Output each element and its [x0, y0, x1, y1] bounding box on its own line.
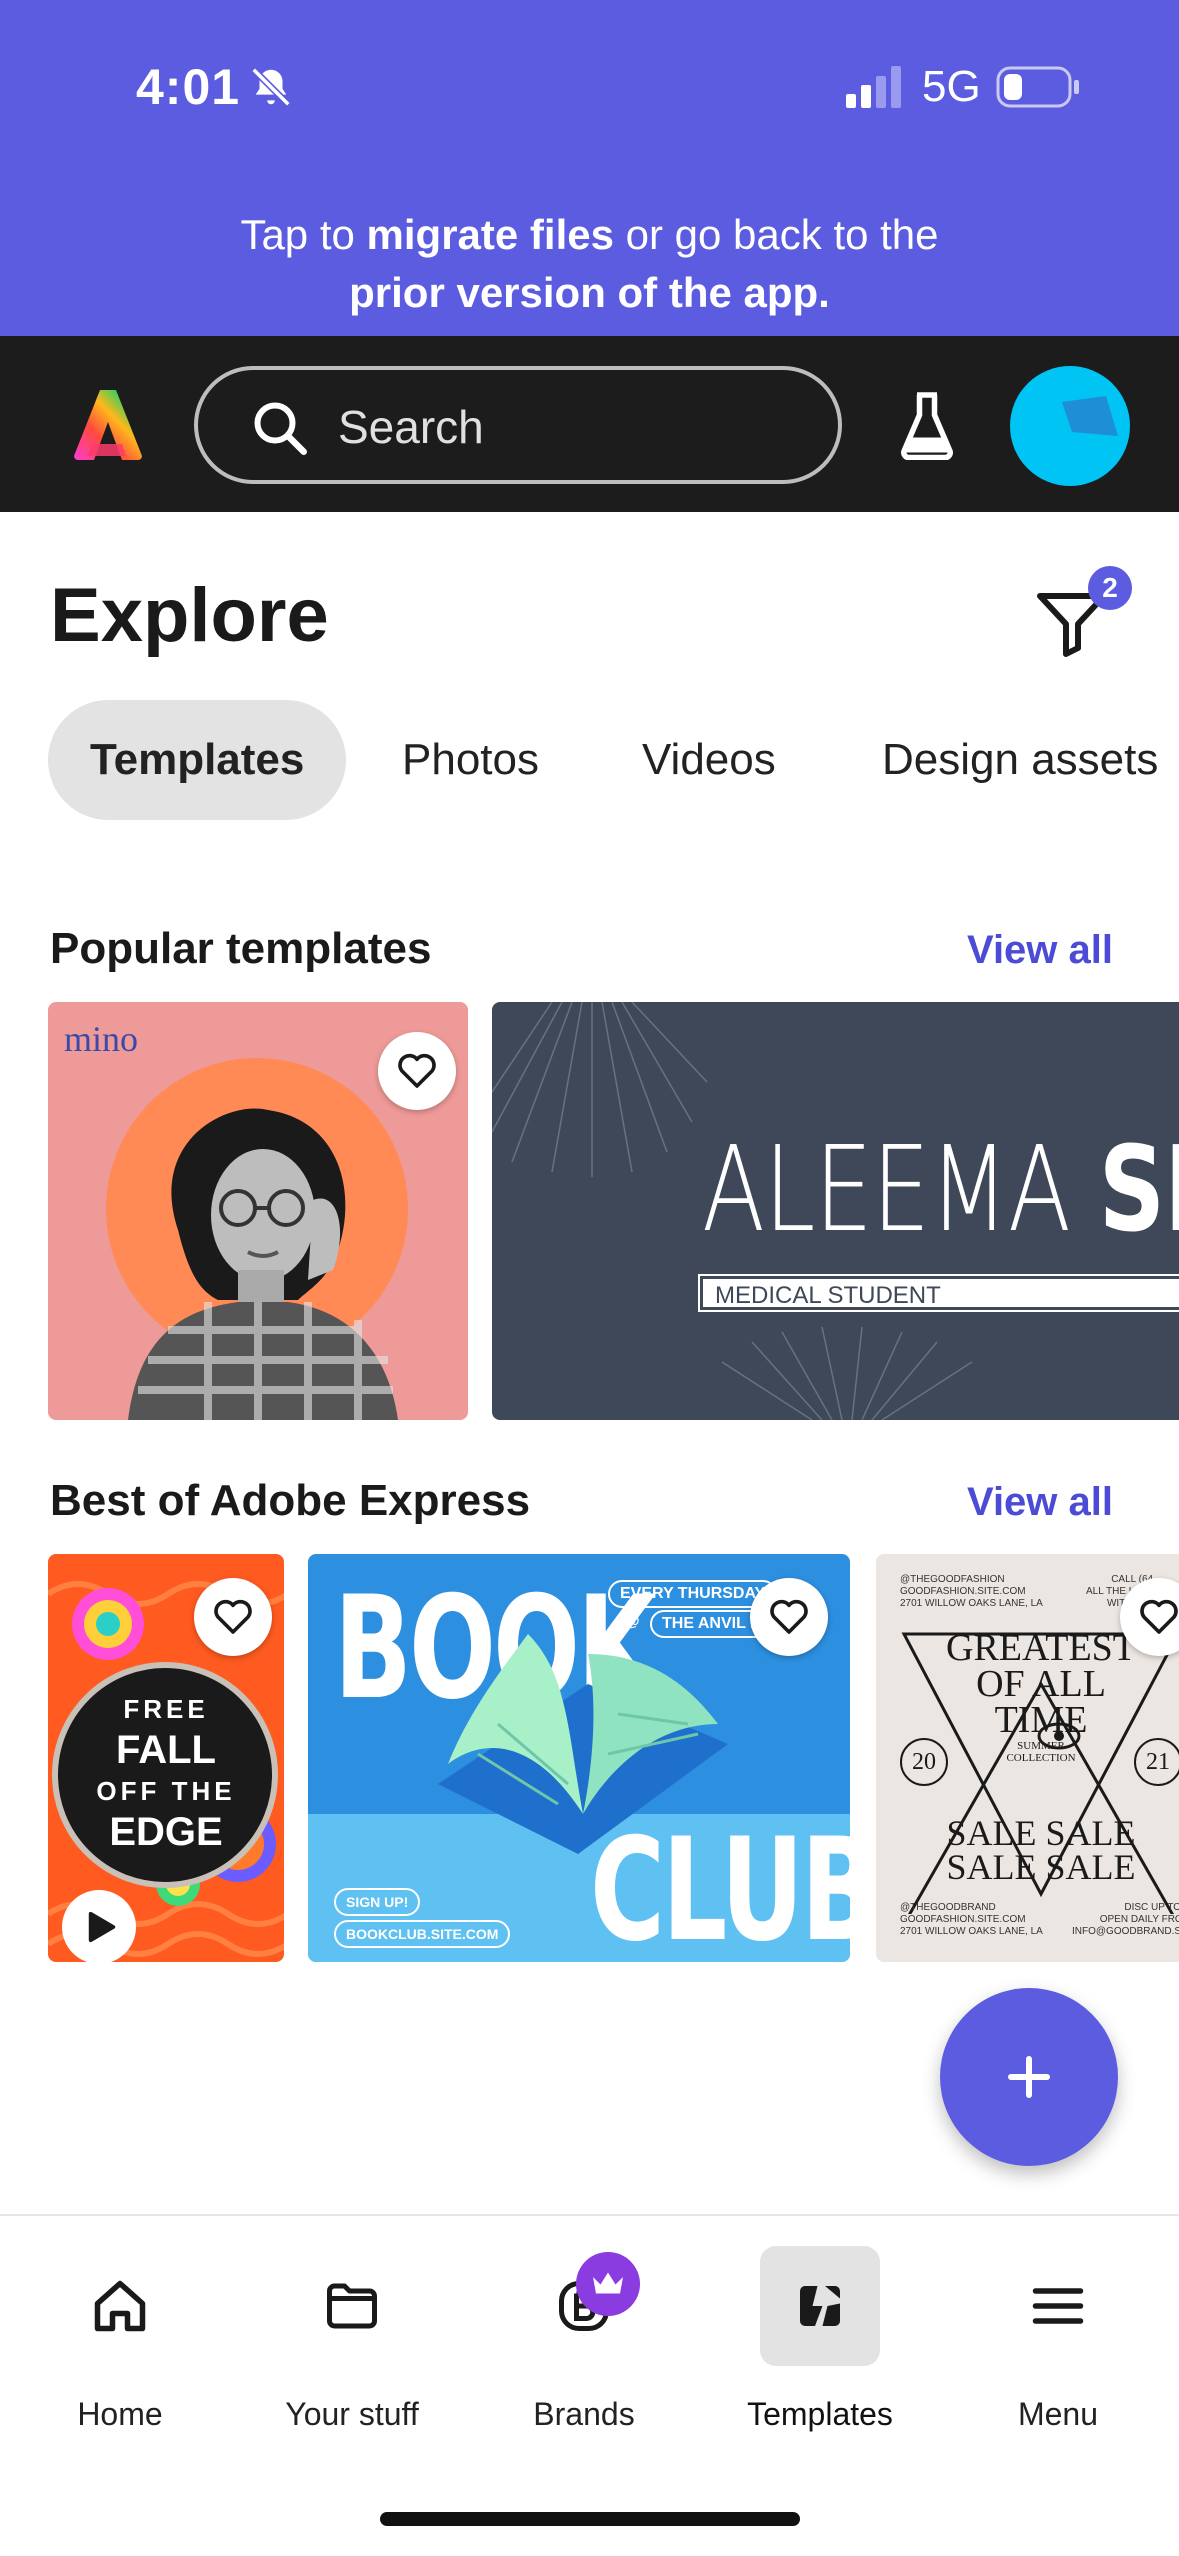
home-indicator[interactable] [380, 2512, 800, 2526]
crown-icon [593, 2272, 623, 2294]
popular-templates-title: Popular templates [50, 924, 432, 973]
open-book-illustration [438, 1634, 728, 1854]
page-title: Explore [50, 573, 329, 658]
fall-line1: FREE [123, 1694, 209, 1724]
banner-prefix: Tap to [240, 211, 367, 258]
nav-home-label: Home [77, 2396, 163, 2432]
mino-brand-text: mino [64, 1019, 139, 1059]
greatest-bottom-right-info: DISC UP TO 50% O OPEN DAILY FROM 08 P IN… [1072, 1902, 1179, 1937]
aleema-name-bold: SH [1098, 1120, 1179, 1258]
banner-middle: or go back to the [613, 211, 939, 258]
nav-templates-icon-wrap [760, 2246, 880, 2366]
search-input[interactable] [338, 392, 798, 462]
avatar-shape [1062, 396, 1118, 436]
play-button[interactable] [62, 1890, 136, 1962]
tab-photos[interactable]: Photos [402, 700, 539, 820]
search-bar[interactable] [194, 366, 842, 484]
template-card-mino[interactable]: mino [48, 1002, 468, 1420]
migration-banner[interactable]: 4:01 5G Tap to migrate files or go back … [0, 0, 1179, 336]
templates-icon [800, 2286, 840, 2326]
nav-your-stuff-label: Your stuff [285, 2396, 419, 2432]
popular-view-all-link[interactable]: View all [967, 928, 1113, 973]
nav-brands-label: Brands [533, 2396, 635, 2432]
nav-menu[interactable]: Menu [958, 2246, 1158, 2432]
greatest-right-number: 21 [1134, 1738, 1179, 1786]
nav-templates-label: Templates [747, 2396, 893, 2432]
nav-your-stuff-icon-wrap [292, 2246, 412, 2366]
status-time: 4:01 [136, 59, 241, 115]
flask-icon[interactable] [896, 390, 958, 460]
nav-home[interactable]: Home [20, 2246, 220, 2432]
search-icon [254, 402, 307, 455]
hamburger-menu-icon [1032, 2288, 1084, 2324]
folder-icon [327, 2283, 377, 2329]
book-at-sign: @ [624, 1613, 640, 1630]
favorite-button[interactable] [750, 1578, 828, 1656]
best-of-title: Best of Adobe Express [50, 1476, 531, 1525]
aleema-name-light: ALEEMA [702, 1120, 1099, 1258]
tab-videos[interactable]: Videos [642, 700, 776, 820]
template-card-greatest[interactable]: @THEGOODFASHION GOODFASHION.SITE.COM 270… [876, 1554, 1179, 1962]
heart-icon [398, 1053, 436, 1088]
portrait-illustration [128, 1108, 398, 1420]
greatest-bottom-left-info: @THEGOODBRAND GOODFASHION.SITE.COM 2701 … [900, 1902, 1043, 1937]
fall-headline: FREE FALL OFF THE EDGE [48, 1676, 284, 1856]
nav-menu-icon-wrap [998, 2246, 1118, 2366]
filter-count-badge: 2 [1088, 566, 1132, 610]
migrate-files-link[interactable]: migrate files [367, 211, 614, 258]
app-header [0, 336, 1179, 512]
bottom-nav: Home Your stuff Brands Templates Menu [0, 2214, 1179, 2556]
nav-brands[interactable]: Brands [484, 2246, 684, 2432]
fall-line4: EDGE [109, 1810, 223, 1854]
heart-icon [214, 1599, 252, 1634]
nav-templates[interactable]: Templates [720, 2246, 920, 2432]
network-label: 5G [922, 62, 981, 111]
play-icon [88, 1911, 116, 1943]
favorite-button[interactable] [194, 1578, 272, 1656]
premium-crown-badge [576, 2252, 640, 2316]
banner-message[interactable]: Tap to migrate files or go back to the p… [0, 206, 1179, 322]
home-icon [94, 2280, 146, 2332]
fall-line3: OFF THE [96, 1776, 236, 1806]
book-pill-url: BOOKCLUB.SITE.COM [334, 1920, 511, 1948]
best-view-all-link[interactable]: View all [967, 1480, 1113, 1525]
explore-tabs: Templates Photos Videos Design assets [48, 700, 1179, 820]
bell-slash-icon [251, 67, 291, 107]
prior-version-link[interactable]: prior version of the app. [349, 269, 830, 316]
greatest-line2: OF ALL [976, 1663, 1106, 1705]
battery-icon [996, 66, 1079, 108]
greatest-sale1: SALE SALE [946, 1813, 1136, 1853]
create-button[interactable] [940, 1988, 1118, 2166]
plus-icon [1008, 2056, 1050, 2098]
avatar[interactable] [1010, 366, 1130, 486]
adobe-express-logo[interactable] [70, 386, 146, 462]
greatest-top-left-info: @THEGOODFASHION GOODFASHION.SITE.COM 270… [900, 1574, 1043, 1609]
greatest-left-number: 20 [900, 1738, 948, 1786]
nav-your-stuff[interactable]: Your stuff [252, 2246, 452, 2432]
fall-line2: FALL [116, 1728, 216, 1772]
tab-templates[interactable]: Templates [48, 700, 347, 820]
template-card-aleema[interactable]: ALEEMA SH MEDICAL STUDENT [492, 1002, 1179, 1420]
template-card-book-club[interactable]: BOOK CLUB EVERY THURSDAY @ THE ANVIL LIB… [308, 1554, 850, 1962]
greatest-sale2: SALE SALE [946, 1847, 1136, 1887]
nav-home-icon-wrap [60, 2246, 180, 2366]
heart-icon [1140, 1599, 1178, 1634]
heart-icon [770, 1599, 808, 1634]
aleema-name: ALEEMA SH [702, 1120, 1179, 1258]
tab-design-assets[interactable]: Design assets [882, 700, 1158, 820]
favorite-button[interactable] [378, 1032, 456, 1110]
aleema-role: MEDICAL STUDENT [698, 1274, 1179, 1312]
greatest-line3: TIME [994, 1699, 1088, 1741]
nav-menu-label: Menu [1017, 2396, 1099, 2432]
book-pill-signup: SIGN UP! [334, 1888, 421, 1916]
signal-icon [846, 66, 901, 108]
template-card-fall[interactable]: FREE FALL OFF THE EDGE [48, 1554, 284, 1962]
